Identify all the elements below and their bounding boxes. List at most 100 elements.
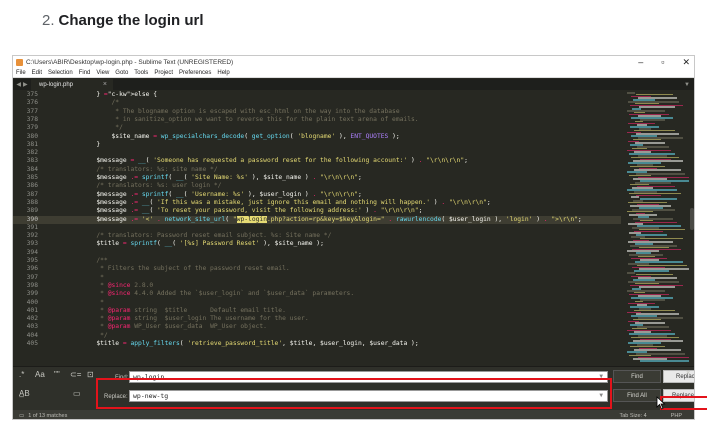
minimap-line xyxy=(634,270,669,272)
menu-find[interactable]: Find xyxy=(79,70,91,76)
code-line[interactable]: 402 * @param string $user_login The user… xyxy=(13,315,621,323)
scroll-thumb[interactable] xyxy=(690,208,694,230)
minimap-line xyxy=(640,299,665,301)
close-find-panel-icon[interactable]: ✕ xyxy=(685,369,691,377)
code-line[interactable]: 376 /* xyxy=(13,99,621,107)
code-line[interactable]: 377 * The blogname option is escaped wit… xyxy=(13,108,621,116)
tab-next-icon[interactable]: ▶ xyxy=(23,81,28,88)
minimize-button[interactable]: – xyxy=(638,57,643,67)
console-toggle-icon[interactable]: ▭ xyxy=(19,413,24,419)
menu-help[interactable]: Help xyxy=(217,70,229,76)
menu-tools[interactable]: Tools xyxy=(134,70,148,76)
code-line[interactable]: 390 $message .= '<' . network_site_url( … xyxy=(13,215,621,224)
code-line[interactable]: 398 * @since 2.8.0 xyxy=(13,282,621,290)
minimap-line xyxy=(640,198,677,200)
code-line[interactable]: 395 /** xyxy=(13,257,621,265)
code-text: */ xyxy=(66,331,108,339)
code-line[interactable]: 400 * xyxy=(13,299,621,307)
tab-list-dropdown-icon[interactable]: ▼ xyxy=(684,79,690,90)
maximize-button[interactable]: ▫ xyxy=(661,57,664,67)
line-number: 382 xyxy=(26,149,38,157)
vertical-scrollbar[interactable] xyxy=(689,90,694,366)
code-line[interactable]: 403 * @param WP_User $user_data WP_User … xyxy=(13,323,621,331)
menu-view[interactable]: View xyxy=(96,70,109,76)
menu-preferences[interactable]: Preferences xyxy=(179,70,211,76)
minimap-line xyxy=(639,286,675,288)
preserve-case-toggle[interactable]: A̲B xyxy=(19,389,30,398)
code-line[interactable]: 393 $title = sprintf( __( '[%s] Password… xyxy=(13,240,621,248)
code-line[interactable]: 389 $message .= __( 'To reset your passw… xyxy=(13,207,621,215)
regex-toggle[interactable]: .* xyxy=(19,370,24,379)
find-replace-highlight-box xyxy=(96,378,612,409)
menu-project[interactable]: Project xyxy=(154,70,173,76)
code-line[interactable]: 397 * xyxy=(13,274,621,282)
highlight-matches-toggle[interactable]: ▭ xyxy=(73,389,81,398)
wrap-toggle[interactable]: ⊂= xyxy=(70,370,81,379)
line-number: 403 xyxy=(26,323,38,331)
tab-prev-icon[interactable]: ◀ xyxy=(16,81,21,88)
code-text: * @since 2.8.0 xyxy=(66,281,154,289)
code-text: $message .= '<' . network_site_url( "wp-… xyxy=(66,215,582,223)
code-line[interactable]: 399 * @since 4.4.0 Added the `$user_logi… xyxy=(13,290,621,298)
tab-size-indicator[interactable]: Tab Size: 4 xyxy=(619,413,646,419)
code-line[interactable]: 401 * @param string $title Default email… xyxy=(13,307,621,315)
code-line[interactable]: 391 xyxy=(13,224,621,232)
code-text: $message = __( 'Someone has requested a … xyxy=(66,157,468,165)
code-line[interactable]: 388 $message .= __( 'If this was a mista… xyxy=(13,199,621,207)
in-selection-toggle[interactable]: ⊡ xyxy=(87,370,94,379)
code-line[interactable]: 379 */ xyxy=(13,124,621,132)
minimap-line xyxy=(633,218,673,220)
code-text: $site_name = wp_specialchars_decode( get… xyxy=(66,132,400,140)
code-line[interactable]: 392 /* translators: Password reset email… xyxy=(13,232,621,240)
syntax-indicator[interactable]: PHP xyxy=(671,413,682,419)
code-editor[interactable]: 375 } ="c-kw">else {376 /* 377 * The blog… xyxy=(13,90,621,366)
line-number: 402 xyxy=(26,315,38,323)
minimap-line xyxy=(627,92,635,94)
code-line[interactable]: 378 * in sanitize_option we want to reve… xyxy=(13,116,621,124)
line-number: 386 xyxy=(26,182,38,190)
case-sensitive-toggle[interactable]: Aa xyxy=(35,370,45,379)
code-line[interactable]: 382 xyxy=(13,149,621,157)
menu-edit[interactable]: Edit xyxy=(32,70,42,76)
line-number: 393 xyxy=(26,240,38,248)
line-number: 379 xyxy=(26,124,38,132)
code-line[interactable]: 381 } xyxy=(13,141,621,149)
menu-goto[interactable]: Goto xyxy=(115,70,128,76)
close-window-button[interactable]: ✕ xyxy=(682,57,690,68)
code-line[interactable]: 394 xyxy=(13,249,621,257)
code-text: * in sanitize_option we want to reverse … xyxy=(66,115,419,123)
line-number: 378 xyxy=(26,115,38,123)
whole-word-toggle[interactable]: "" xyxy=(54,370,60,379)
code-line[interactable]: 387 $message .= sprintf( __( 'Username: … xyxy=(13,191,621,199)
code-line[interactable]: 380 $site_name = wp_specialchars_decode(… xyxy=(13,133,621,141)
code-text: * @param string $title Default email tit… xyxy=(66,306,286,314)
line-number: 399 xyxy=(26,290,38,298)
tab-nav-arrows[interactable]: ◀ ▶ xyxy=(13,79,31,90)
menu-selection[interactable]: Selection xyxy=(48,70,73,76)
code-text: $message .= sprintf( __( 'Username: %s' … xyxy=(66,190,362,198)
code-line[interactable]: 386 /* translators: %s: user login */ xyxy=(13,182,621,190)
code-text: * @param WP_User $user_data WP_User obje… xyxy=(66,323,267,331)
minimap-line xyxy=(627,290,665,292)
code-line[interactable]: 384 /* translators: %s: site name */ xyxy=(13,166,621,174)
replace-all-highlight-box xyxy=(660,396,707,410)
find-button[interactable]: Find xyxy=(613,370,661,383)
code-line[interactable]: 375 } ="c-kw">else { xyxy=(13,91,621,99)
code-line[interactable]: 404 */ xyxy=(13,332,621,340)
code-line[interactable]: 383 $message = __( 'Someone has requeste… xyxy=(13,157,621,165)
code-line[interactable]: 396 * Filters the subject of the passwor… xyxy=(13,265,621,273)
code-text: /* xyxy=(66,99,120,107)
menu-file[interactable]: File xyxy=(16,70,26,76)
find-all-button[interactable]: Find All xyxy=(613,389,661,402)
title-bar: C:\Users\ABIR\Desktop\wp-login.php - Sub… xyxy=(13,56,694,68)
line-number: 396 xyxy=(26,265,38,273)
code-line[interactable]: 385 $message .= sprintf( __( 'Site Name:… xyxy=(13,174,621,182)
minimap[interactable] xyxy=(621,90,693,366)
tab-close-icon[interactable]: × xyxy=(103,81,107,88)
code-text: } xyxy=(66,140,101,148)
code-line[interactable]: 405 $title = apply_filters( 'retrieve_pa… xyxy=(13,340,621,348)
tab-wp-login[interactable]: wp-login.php × xyxy=(31,79,113,90)
tab-bar: ◀ ▶ wp-login.php × ▼ xyxy=(13,79,694,90)
